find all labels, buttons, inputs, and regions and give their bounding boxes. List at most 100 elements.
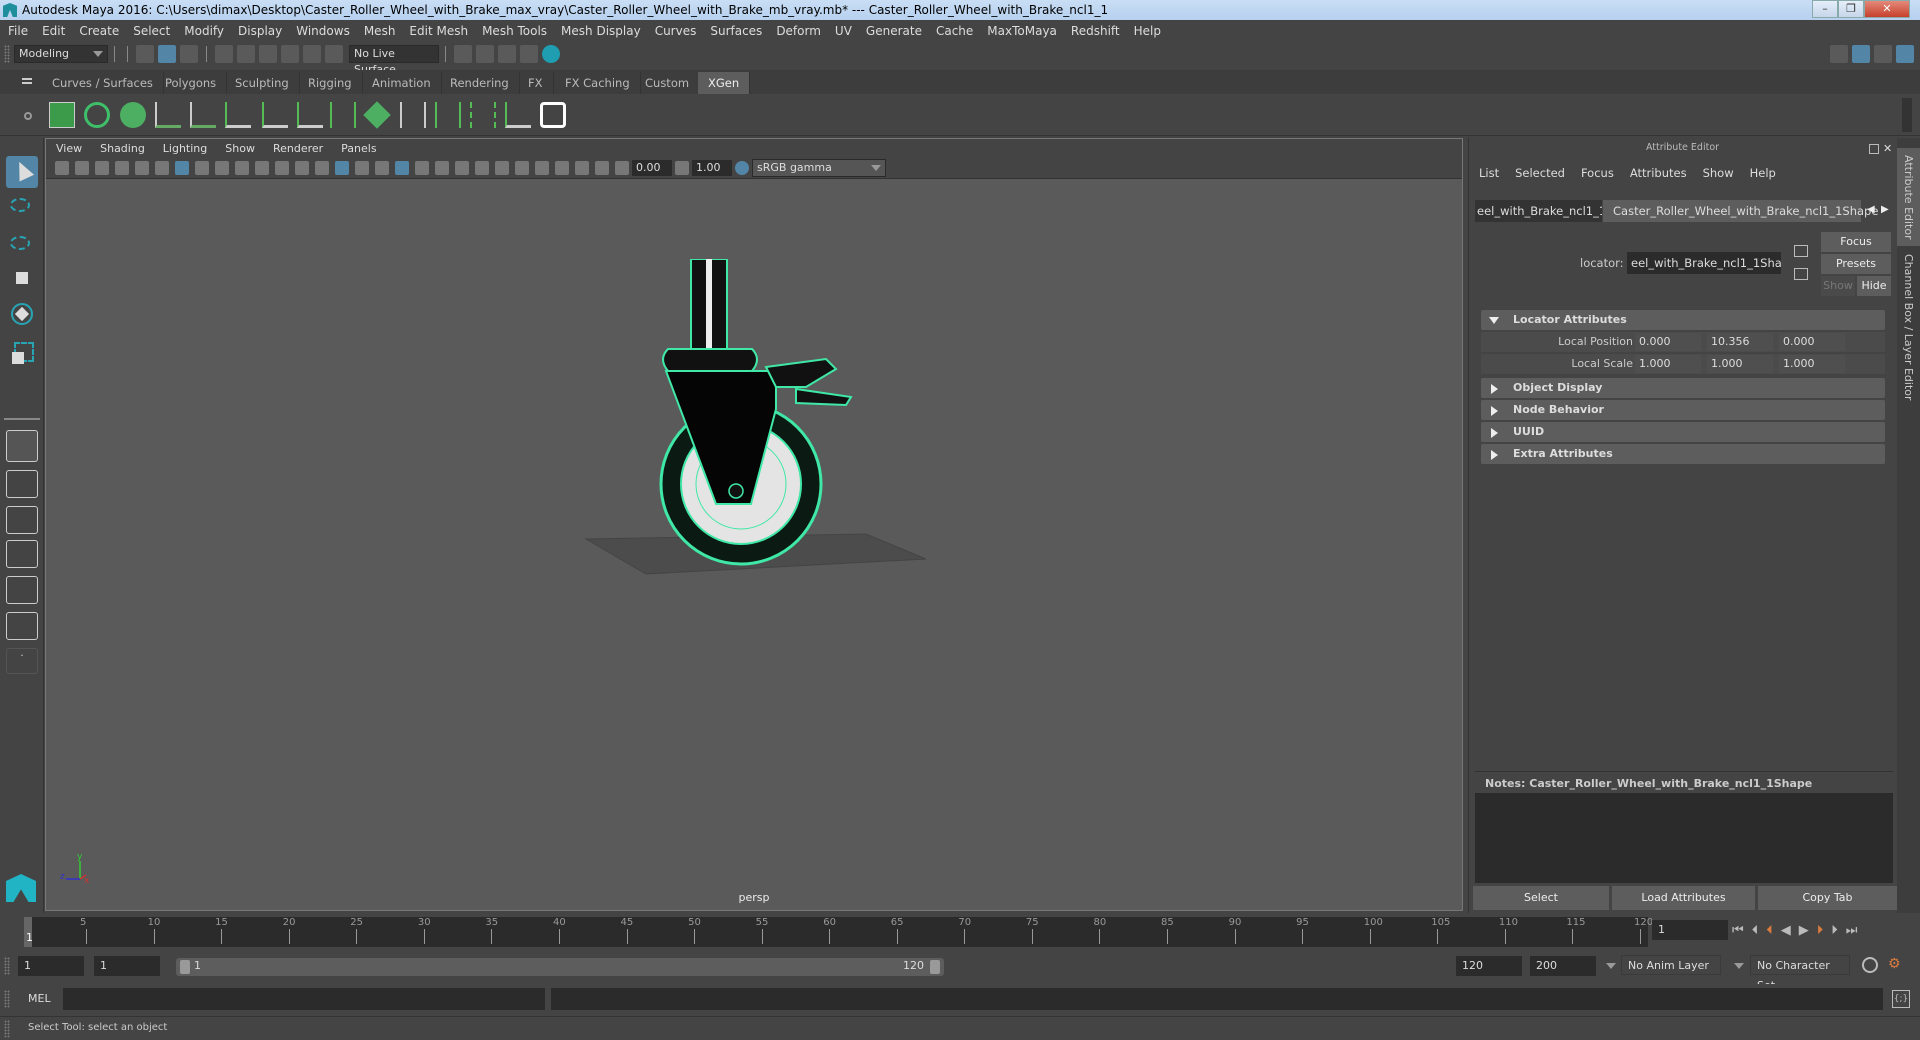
menu-create[interactable]: Create xyxy=(79,24,119,38)
minimize-button[interactable]: – xyxy=(1812,0,1838,18)
play-forwards-icon[interactable]: ▶ xyxy=(1799,923,1817,938)
end-time-field[interactable]: 200 xyxy=(1530,956,1596,976)
snap-view-plane-icon[interactable] xyxy=(303,45,321,63)
four-view-layout-icon[interactable] xyxy=(6,470,38,498)
shelf-tab-fx[interactable]: FX xyxy=(518,72,554,94)
xgen-select-guide-icon[interactable] xyxy=(435,102,461,128)
caster-wheel-model[interactable] xyxy=(566,259,926,589)
screen-space-ao-icon[interactable] xyxy=(455,160,469,175)
more-layouts-icon[interactable]: · xyxy=(6,648,38,674)
step-back-frame-icon[interactable]: ⏴ xyxy=(1752,923,1767,938)
select-object-icon[interactable] xyxy=(158,45,176,63)
command-input[interactable] xyxy=(63,988,545,1010)
focus-button[interactable]: Focus xyxy=(1821,232,1891,252)
hypershade-icon[interactable] xyxy=(542,45,560,63)
menu-maxtomaya[interactable]: MaxToMaya xyxy=(987,24,1057,38)
script-language-toggle[interactable]: MEL xyxy=(28,992,51,1005)
lasso-tool-icon[interactable] xyxy=(6,190,38,222)
viewport-menu-renderer[interactable]: Renderer xyxy=(273,142,323,155)
select-button[interactable]: Select xyxy=(1473,886,1609,910)
load-input-icon[interactable] xyxy=(1794,245,1808,257)
ae-menu-help[interactable]: Help xyxy=(1750,166,1776,180)
xgen-lock-guide-icon[interactable] xyxy=(297,102,323,128)
section-locator-attributes[interactable]: Locator Attributes xyxy=(1481,310,1885,330)
anim-start-field[interactable]: 1 xyxy=(94,956,160,976)
local-scale-x-field[interactable]: 1.000 xyxy=(1635,355,1701,373)
tab-attribute-editor[interactable]: Attribute Editor xyxy=(1897,148,1920,246)
wireframe-on-shaded-icon[interactable] xyxy=(375,160,389,175)
grip-handle[interactable] xyxy=(4,957,10,975)
step-forward-key-icon[interactable]: ⏵ xyxy=(1817,923,1832,938)
safe-action-icon[interactable] xyxy=(275,160,289,175)
menu-help[interactable]: Help xyxy=(1134,24,1161,38)
go-to-start-icon[interactable]: ⏮ xyxy=(1732,923,1752,938)
xgen-grid-icon[interactable] xyxy=(363,101,391,129)
shelf-tab-xgen[interactable]: XGen xyxy=(698,72,751,94)
exposure-field[interactable]: 0.00 xyxy=(632,159,672,176)
go-to-end-icon[interactable]: ⏭ xyxy=(1846,923,1866,938)
menu-file[interactable]: File xyxy=(8,24,28,38)
select-tool-icon[interactable] xyxy=(6,156,38,188)
menu-select[interactable]: Select xyxy=(133,24,170,38)
local-scale-z-field[interactable]: 1.000 xyxy=(1779,355,1845,373)
menu-cache[interactable]: Cache xyxy=(936,24,973,38)
xgen-add-guide-icon[interactable] xyxy=(190,102,216,128)
float-panel-icon[interactable] xyxy=(1869,144,1879,154)
rotate-tool-icon[interactable] xyxy=(6,298,38,330)
menu-modify[interactable]: Modify xyxy=(184,24,224,38)
shelf-scroll-control[interactable] xyxy=(1902,98,1912,132)
menu-edit-mesh[interactable]: Edit Mesh xyxy=(409,24,468,38)
hide-button[interactable]: Hide xyxy=(1857,276,1891,296)
viewport-panel[interactable]: View Shading Lighting Show Renderer Pane… xyxy=(45,138,1463,911)
copy-tab-button[interactable]: Copy Tab xyxy=(1758,886,1897,910)
viewport-menu-shading[interactable]: Shading xyxy=(100,142,145,155)
anim-layer-dropdown[interactable]: No Anim Layer xyxy=(1621,955,1721,975)
grease-pencil-icon[interactable] xyxy=(155,160,169,175)
depth-of-field-icon[interactable] xyxy=(515,160,529,175)
character-set-chevron-icon[interactable] xyxy=(1734,963,1744,969)
range-start-handle[interactable] xyxy=(180,960,190,974)
time-slider-track[interactable]: 1 5 10 15 20 25 30 35 40 45 50 55 60 65 70 75 80 85 90 95 1… xyxy=(24,917,1653,947)
menu-generate[interactable]: Generate xyxy=(866,24,922,38)
hypershade-layout-icon[interactable] xyxy=(6,576,38,604)
default-material-icon[interactable] xyxy=(355,160,369,175)
snap-curve-icon[interactable] xyxy=(237,45,255,63)
shelf-tab-sculpting[interactable]: Sculpting xyxy=(225,72,300,94)
close-button[interactable]: ✕ xyxy=(1864,0,1910,18)
menu-uv[interactable]: UV xyxy=(835,24,852,38)
color-management-toggle-icon[interactable] xyxy=(735,160,749,175)
current-frame-field[interactable]: 1 xyxy=(1652,920,1728,940)
start-time-field[interactable]: 1 xyxy=(18,956,84,976)
step-forward-frame-icon[interactable]: ⏵ xyxy=(1831,923,1846,938)
anti-aliasing-icon[interactable] xyxy=(495,160,509,175)
menu-windows[interactable]: Windows xyxy=(296,24,350,38)
camera-attributes-icon[interactable] xyxy=(75,160,89,175)
image-plane-icon[interactable] xyxy=(115,160,129,175)
attribute-editor-toggle-icon[interactable] xyxy=(1852,45,1870,63)
move-tool-icon[interactable] xyxy=(6,262,38,294)
shelf-tab-fx-caching[interactable]: FX Caching xyxy=(555,72,641,94)
shelf-tab-rendering[interactable]: Rendering xyxy=(440,72,520,94)
local-position-y-field[interactable]: 10.356 xyxy=(1707,333,1773,351)
scale-tool-icon[interactable] xyxy=(6,336,38,368)
close-panel-icon[interactable]: ✕ xyxy=(1883,142,1892,155)
shadows-icon[interactable] xyxy=(435,160,449,175)
xray-joints-icon[interactable] xyxy=(595,160,609,175)
section-node-behavior[interactable]: Node Behavior xyxy=(1481,400,1885,420)
menu-edit[interactable]: Edit xyxy=(42,24,65,38)
snap-projected-center-icon[interactable] xyxy=(281,45,299,63)
tab-scroll-right-icon[interactable]: ▶ xyxy=(1881,204,1889,215)
film-gate-icon[interactable] xyxy=(195,160,209,175)
paint-select-tool-icon[interactable] xyxy=(6,226,38,258)
xray-icon[interactable] xyxy=(555,160,569,175)
tab-channel-box-layer-editor[interactable]: Channel Box / Layer Editor xyxy=(1897,252,1920,402)
smooth-shade-icon[interactable] xyxy=(335,160,349,175)
xgen-place-guide-icon[interactable] xyxy=(155,102,181,128)
notes-textarea[interactable] xyxy=(1475,793,1893,883)
shelf-menu-icon[interactable] xyxy=(22,78,32,80)
character-set-dropdown[interactable]: No Character Set xyxy=(1750,955,1850,992)
persp-graph-layout-icon[interactable] xyxy=(6,540,38,568)
xgen-editor-icon[interactable] xyxy=(49,102,75,128)
shelf-settings-icon[interactable] xyxy=(24,112,32,120)
ae-menu-selected[interactable]: Selected xyxy=(1515,166,1565,180)
